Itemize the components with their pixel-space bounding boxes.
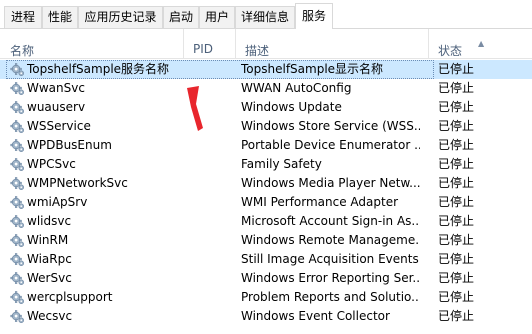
gear-icon: [10, 234, 24, 247]
service-name: WSService: [27, 119, 91, 133]
service-row[interactable]: WSService Windows Store Service (WSS... …: [0, 117, 532, 136]
service-name: WPCSvc: [27, 157, 76, 171]
service-description: Windows Media Player Netw...: [241, 176, 420, 190]
gear-icon: [10, 63, 24, 76]
service-name: WMPNetworkSvc: [27, 176, 128, 190]
service-name: WiaRpc: [27, 252, 72, 266]
service-status: 已停止: [438, 157, 475, 171]
service-status: 已停止: [438, 309, 475, 323]
service-description: WMI Performance Adapter: [241, 195, 399, 209]
service-description: Windows Remote Manageme...: [241, 233, 420, 247]
gear-icon: [10, 310, 24, 323]
service-row[interactable]: WPDBusEnum Portable Device Enumerator ..…: [0, 136, 532, 155]
service-name: wlidsvc: [27, 214, 72, 228]
service-status: 已停止: [438, 100, 475, 114]
gear-icon: [10, 82, 24, 95]
services-list[interactable]: 名称 PID 描述 状态 ▲ TopshelfSample服务名称 Topshe…: [0, 29, 532, 334]
service-description: Problem Reports and Solutio...: [241, 290, 420, 304]
service-status: 已停止: [438, 81, 475, 95]
gear-icon: [10, 139, 24, 152]
gear-icon: [10, 215, 24, 228]
service-status: 已停止: [438, 252, 475, 266]
service-description: TopshelfSample显示名称: [241, 62, 384, 76]
sort-ascending-icon: ▲: [478, 39, 485, 48]
service-status: 已停止: [438, 233, 475, 247]
column-header-pid[interactable]: PID: [183, 29, 235, 59]
service-row[interactable]: WMPNetworkSvc Windows Media Player Netw.…: [0, 174, 532, 193]
gear-icon: [10, 291, 24, 304]
service-status: 已停止: [438, 62, 475, 76]
service-row[interactable]: wmiApSrv WMI Performance Adapter 已停止: [0, 193, 532, 212]
service-name: wmiApSrv: [27, 195, 88, 209]
service-name: wuauserv: [27, 100, 86, 114]
service-description: Windows Event Collector: [241, 309, 390, 323]
service-description: Family Safety: [241, 157, 322, 171]
service-row[interactable]: Wecsvc Windows Event Collector 已停止: [0, 307, 532, 326]
tab-app-history[interactable]: 应用历史记录: [78, 6, 163, 28]
tab-users[interactable]: 用户: [199, 6, 235, 28]
service-name: WwanSvc: [27, 81, 85, 95]
column-header-name[interactable]: 名称: [0, 29, 183, 59]
service-row[interactable]: WPCSvc Family Safety 已停止: [0, 155, 532, 174]
service-status: 已停止: [438, 195, 475, 209]
gear-icon: [10, 196, 24, 209]
service-description: WWAN AutoConfig: [241, 81, 352, 95]
service-row[interactable]: wuauserv Windows Update 已停止: [0, 98, 532, 117]
service-status: 已停止: [438, 290, 475, 304]
tab-performance[interactable]: 性能: [42, 6, 78, 28]
service-name: wercplsupport: [27, 290, 113, 304]
service-description: Windows Error Reporting Ser...: [241, 271, 420, 285]
tab-services[interactable]: 服务: [295, 3, 333, 29]
gear-icon: [10, 253, 24, 266]
tab-processes[interactable]: 进程: [4, 6, 42, 28]
gear-icon: [10, 177, 24, 190]
service-description: Windows Store Service (WSS...: [241, 119, 420, 133]
gear-icon: [10, 101, 24, 114]
service-row[interactable]: WiaRpc Still Image Acquisition Events 已停…: [0, 250, 532, 269]
service-name: TopshelfSample服务名称: [27, 62, 170, 76]
service-row[interactable]: TopshelfSample服务名称 TopshelfSample显示名称 已停…: [0, 60, 532, 79]
service-status: 已停止: [438, 271, 475, 285]
service-row[interactable]: WerSvc Windows Error Reporting Ser... 已停…: [0, 269, 532, 288]
gear-icon: [10, 120, 24, 133]
service-description: Microsoft Account Sign-in As...: [241, 214, 420, 228]
service-status: 已停止: [438, 176, 475, 190]
service-status: 已停止: [438, 138, 475, 152]
service-description: Windows Update: [241, 100, 342, 114]
service-status: 已停止: [438, 119, 475, 133]
service-name: WinRM: [27, 233, 69, 247]
service-row[interactable]: wlidsvc Microsoft Account Sign-in As... …: [0, 212, 532, 231]
service-row[interactable]: wercplsupport Problem Reports and Soluti…: [0, 288, 532, 307]
gear-icon: [10, 158, 24, 171]
tab-bar: 进程 性能 应用历史记录 启动 用户 详细信息 服务: [0, 0, 532, 30]
tab-startup[interactable]: 启动: [163, 6, 199, 28]
service-row[interactable]: WinRM Windows Remote Manageme... 已停止: [0, 231, 532, 250]
service-name: WerSvc: [27, 271, 72, 285]
service-description: Portable Device Enumerator ...: [241, 138, 420, 152]
column-header-row: 名称 PID 描述 状态 ▲: [0, 29, 532, 59]
column-header-description[interactable]: 描述: [235, 29, 428, 59]
service-name: WPDBusEnum: [27, 138, 112, 152]
service-description: Still Image Acquisition Events: [241, 252, 419, 266]
service-name: Wecsvc: [27, 309, 73, 323]
tab-details[interactable]: 详细信息: [235, 6, 295, 28]
service-row[interactable]: WwanSvc WWAN AutoConfig 已停止: [0, 79, 532, 98]
service-status: 已停止: [438, 214, 475, 228]
gear-icon: [10, 272, 24, 285]
